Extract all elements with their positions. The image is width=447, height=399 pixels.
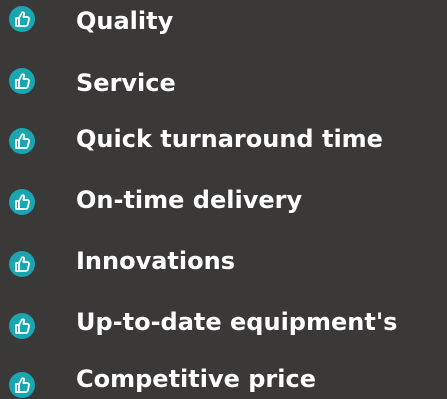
thumbs-up-icon [8,312,36,340]
list-item-label: On-time delivery [76,186,303,214]
list-item-competitive-price: Competitive price [8,362,316,399]
list-item-up-to-date-equipment: Up-to-date equipment's [8,305,397,339]
list-item-label: Service [76,69,176,97]
list-item-label: Up-to-date equipment's [76,308,398,336]
list-item-on-time-delivery: On-time delivery [8,183,302,217]
benefits-list: Quality Service Quick turnaround time On… [0,0,447,398]
list-item-label: Innovations [76,247,235,275]
list-item-innovations: Innovations [8,244,235,278]
thumbs-up-icon [8,5,36,33]
list-item-label: Competitive price [76,365,316,393]
thumbs-up-icon [8,188,36,216]
thumbs-up-icon [8,67,36,95]
thumbs-up-icon [8,127,36,155]
list-item-service: Service [8,66,176,100]
list-item-quick-turnaround-time: Quick turnaround time [8,122,383,156]
thumbs-up-icon [8,371,36,399]
list-item-label: Quality [76,7,174,35]
list-item-label: Quick turnaround time [76,125,383,153]
list-item-quality: Quality [8,4,173,38]
thumbs-up-icon [8,250,36,278]
